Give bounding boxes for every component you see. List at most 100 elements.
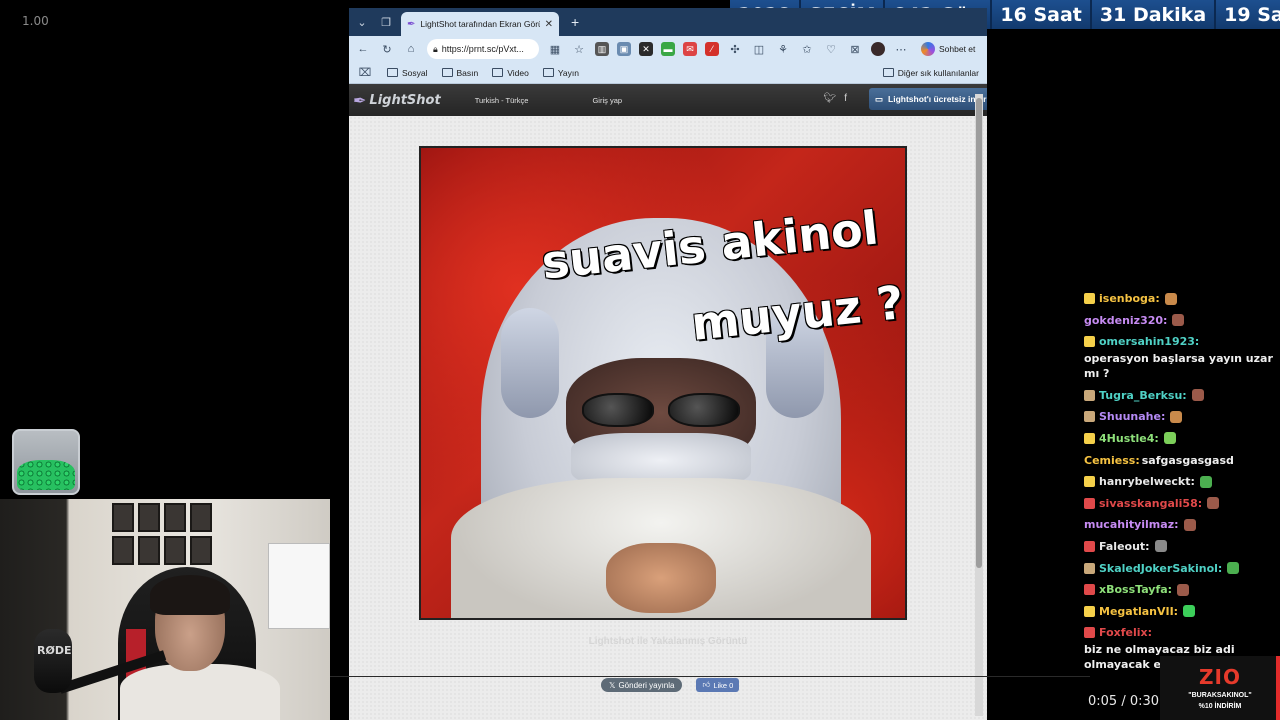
microphone (34, 629, 72, 693)
chat-username[interactable]: Foxfelix: (1099, 625, 1152, 640)
chat-message: Tugra_Berksu: (1084, 388, 1274, 403)
chat-username[interactable]: gokdeniz320: (1084, 313, 1167, 328)
chat-panel: isenboga: gokdeniz320: omersahin1923: opera… (1084, 291, 1274, 679)
refresh-icon[interactable]: ↻ (379, 43, 395, 56)
lightshot-feather-icon: ✒ (407, 18, 416, 30)
chat-username[interactable]: sivasskangali58: (1099, 496, 1202, 511)
tab-close-icon[interactable]: ✕ (545, 19, 553, 30)
chat-username[interactable]: MegatlanVII: (1099, 604, 1178, 619)
chat-badge-icon (1084, 411, 1095, 423)
chat-emote-icon (1172, 314, 1185, 327)
chat-emote-icon (1183, 605, 1196, 618)
chat-badge-icon (1084, 389, 1095, 401)
chat-username[interactable]: Tugra_Berksu: (1099, 388, 1187, 403)
chat-emote-icon (1177, 583, 1190, 596)
post-to-x-button[interactable]: 𝕏 Gönderi yayınla (601, 678, 683, 692)
chat-emote-icon (1207, 497, 1220, 510)
back-icon[interactable]: ← (355, 43, 371, 55)
extensions-puzzle-icon[interactable]: ✣ (727, 43, 743, 56)
like-label: Like 0 (713, 680, 734, 690)
extension-icon-3[interactable]: ✕ (639, 42, 653, 56)
chat-emote-icon (1164, 292, 1177, 305)
favorite-star-icon[interactable]: ☆ (571, 43, 587, 56)
lightshot-logo[interactable]: ✒ LightShot (353, 91, 441, 110)
chat-message: isenboga: (1084, 291, 1274, 306)
screenshot-icon[interactable]: ⊠ (847, 43, 863, 56)
tab-lightshot[interactable]: ✒ LightShot tarafından Ekran Görüntü ✕ (401, 12, 559, 36)
bookmark-label: Video (507, 67, 529, 78)
chat-message: gokdeniz320: (1084, 313, 1274, 328)
bookmark-folder-video[interactable]: Video (492, 68, 529, 78)
favorites-icon[interactable]: ✩ (799, 43, 815, 56)
facebook-like-button[interactable]: 👍︎ Like 0 (696, 678, 740, 692)
new-tab-button[interactable]: + (571, 14, 579, 30)
extension-icon-2[interactable]: ▣ (617, 42, 631, 56)
tab-list-button[interactable]: ⌄ (353, 13, 371, 31)
chat-username[interactable]: mucahityilmaz: (1084, 517, 1179, 532)
thumbs-up-icon: 👍︎ (702, 680, 711, 689)
extension-icon-6[interactable]: ⁄ (705, 42, 719, 56)
chat-message: hanrybelweckt: (1084, 474, 1274, 489)
facebook-icon[interactable]: f (844, 93, 847, 104)
countdown-seconds: 19 Saniye (1224, 3, 1280, 26)
address-bar: ← ↻ ⌂ 🔒︎ https://prnt.sc/pVxt... ▦ ☆ ▥ ▣… (349, 36, 987, 62)
chat-badge-icon (1084, 584, 1095, 596)
collections-icon[interactable]: ⚘ (775, 43, 791, 56)
sponsor-discount: %10 İNDİRİM (1198, 703, 1242, 710)
login-link[interactable]: Giriş yap (592, 96, 622, 105)
tab-title: LightShot tarafından Ekran Görüntü (420, 19, 539, 29)
chat-message: MegatlanVII: (1084, 604, 1274, 619)
extension-icon-4[interactable]: ▬ (661, 42, 675, 56)
chat-username[interactable]: isenboga: (1099, 291, 1160, 306)
hands (606, 543, 716, 613)
logo-text: LightShot (369, 92, 441, 108)
home-icon[interactable]: ⌂ (403, 43, 419, 55)
bookmark-folder-basin[interactable]: Basın (441, 68, 478, 78)
folder-icon (441, 68, 453, 77)
chat-text: safgasgasgasd (1141, 453, 1234, 467)
scroll-thumb[interactable] (976, 98, 982, 568)
profile-avatar[interactable] (871, 42, 885, 56)
chat-username[interactable]: SkaledJokerSakinol: (1099, 561, 1222, 576)
bookmark-label: Sosyal (402, 67, 428, 78)
language-select[interactable]: Turkish - Türkçe (475, 96, 529, 105)
screenshot-image[interactable]: suavis akinol muyuz ? (419, 146, 907, 620)
chat-emote-icon (1163, 432, 1176, 445)
x-icon: 𝕏 (609, 680, 616, 690)
page-scrollbar[interactable] (975, 94, 983, 716)
copilot-icon (921, 42, 935, 56)
bookmark-folder-sosyal[interactable]: Sosyal (387, 68, 428, 78)
copilot-chat-button[interactable]: Sohbet et (921, 42, 975, 56)
chat-badge-icon (1084, 627, 1095, 639)
chat-message: 4Hustle4: (1084, 431, 1274, 446)
version-label: 1.00 (22, 14, 49, 28)
monitor-icon: ▭ (875, 93, 884, 104)
chat-emote-icon (1154, 540, 1167, 553)
chat-username[interactable]: omersahin1923: (1099, 334, 1199, 349)
chat-badge-icon (1084, 605, 1095, 617)
browser-essentials-icon[interactable]: ♡ (823, 43, 839, 56)
url-field[interactable]: 🔒︎ https://prnt.sc/pVxt... (427, 39, 539, 59)
extension-icon-1[interactable]: ▥ (595, 42, 609, 56)
download-free-button[interactable]: ▭ Lightshot'ı ücretsiz indir (869, 88, 987, 110)
extension-icon-5[interactable]: ✉ (683, 42, 697, 56)
twitter-icon[interactable]: 🐦︎ (824, 93, 837, 104)
split-view-icon[interactable]: ▦ (547, 43, 563, 56)
chat-badge-icon (1084, 540, 1095, 552)
reading-view-icon[interactable]: ⌧ (357, 66, 373, 79)
bookmark-folder-other[interactable]: Diğer sık kullanılanlar (882, 68, 979, 78)
chat-message: mucahityilmaz: (1084, 517, 1274, 532)
chat-username[interactable]: Shuunahe: (1099, 409, 1165, 424)
workspaces-icon[interactable]: ❐ (377, 13, 395, 31)
chat-username[interactable]: hanrybelweckt: (1099, 474, 1195, 489)
chat-badge-icon (1084, 293, 1095, 304)
more-menu-icon[interactable]: ⋯ (893, 43, 909, 56)
chat-username[interactable]: Cemiess: (1084, 453, 1140, 468)
chat-username[interactable]: Faleout: (1099, 539, 1150, 554)
chat-username[interactable]: 4Hustle4: (1099, 431, 1159, 446)
chat-username[interactable]: xBossTayfa: (1099, 582, 1172, 597)
bookmark-folder-yayin[interactable]: Yayın (542, 68, 579, 78)
countdown-hours: 16 Saat (992, 0, 1092, 29)
split-screen-icon[interactable]: ◫ (751, 43, 767, 56)
download-label: Lightshot'ı ücretsiz indir (888, 94, 987, 104)
